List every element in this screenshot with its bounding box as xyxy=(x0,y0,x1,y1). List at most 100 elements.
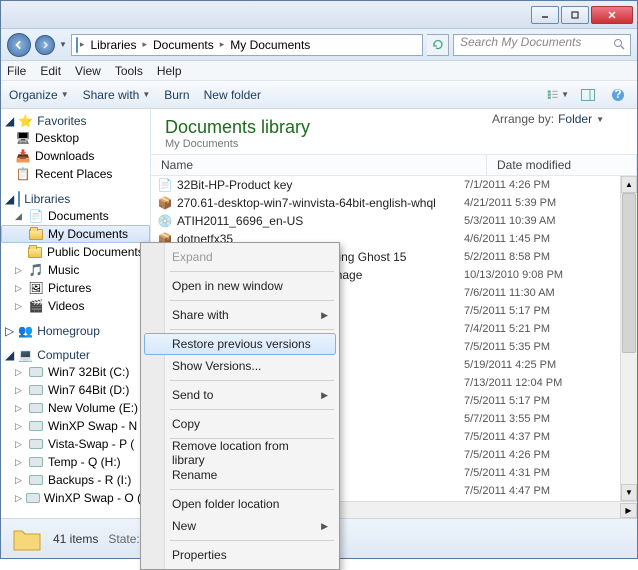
arrange-by[interactable]: Arrange by: Folder ▼ xyxy=(492,112,604,126)
tree-drive[interactable]: ▷Temp - Q (H:) xyxy=(1,453,150,471)
expand-icon: ▷ xyxy=(15,301,24,312)
column-name[interactable]: Name xyxy=(151,155,487,175)
breadcrumb-libraries[interactable]: Libraries xyxy=(86,38,140,52)
file-date: 7/1/2011 4:26 PM xyxy=(464,179,614,191)
file-row[interactable]: 📦270.61-desktop-win7-winvista-64bit-engl… xyxy=(151,194,620,212)
view-options-button[interactable]: ▼ xyxy=(547,86,569,104)
scroll-thumb[interactable] xyxy=(622,193,636,353)
library-icon xyxy=(76,38,78,52)
navigation-bar: ▼ ▸ Libraries ▸ Documents ▸ My Documents… xyxy=(1,29,637,61)
folder-icon xyxy=(28,226,44,242)
context-menu-item[interactable]: Send to▶ xyxy=(144,384,336,406)
context-menu-item[interactable]: Share with▶ xyxy=(144,304,336,326)
tree-computer[interactable]: ◢💻Computer xyxy=(1,347,150,363)
breadcrumb-mydocuments[interactable]: My Documents xyxy=(226,38,314,52)
file-date: 7/5/2011 4:37 PM xyxy=(464,431,614,443)
tree-music[interactable]: ▷🎵Music xyxy=(1,261,150,279)
scroll-right-icon[interactable]: ▶ xyxy=(620,503,637,518)
downloads-icon: 📥 xyxy=(15,148,31,164)
menu-edit[interactable]: Edit xyxy=(40,64,61,78)
menu-view[interactable]: View xyxy=(75,64,101,78)
tree-drive[interactable]: ▷Vista-Swap - P ( xyxy=(1,435,150,453)
menu-separator xyxy=(170,380,334,381)
submenu-arrow-icon: ▶ xyxy=(321,390,328,401)
expand-icon: ▷ xyxy=(15,421,24,432)
burn-button[interactable]: Burn xyxy=(164,88,189,102)
context-menu-item[interactable]: Rename xyxy=(144,464,336,486)
minimize-button[interactable] xyxy=(531,6,559,24)
menu-help[interactable]: Help xyxy=(157,64,182,78)
menu-separator xyxy=(170,489,334,490)
disk-icon xyxy=(28,364,44,380)
context-menu-item[interactable]: Open in new window xyxy=(144,275,336,297)
file-icon: 📄 xyxy=(157,177,173,193)
scroll-up-icon[interactable]: ▲ xyxy=(621,176,637,193)
view-list-icon xyxy=(547,88,559,102)
nav-history-dropdown[interactable]: ▼ xyxy=(59,40,67,49)
scroll-down-icon[interactable]: ▼ xyxy=(621,484,637,501)
file-date: 7/5/2011 5:35 PM xyxy=(464,341,614,353)
menu-separator xyxy=(170,540,334,541)
tree-drive[interactable]: ▷New Volume (E:) xyxy=(1,399,150,417)
disk-icon xyxy=(28,436,44,452)
file-row[interactable]: 💿ATIH2011_6696_en-US5/3/2011 10:39 AM xyxy=(151,212,620,230)
breadcrumb-documents[interactable]: Documents xyxy=(149,38,218,52)
forward-button[interactable] xyxy=(35,35,55,55)
tree-desktop[interactable]: 🖥Desktop xyxy=(1,129,150,147)
context-menu-item[interactable]: Properties xyxy=(144,544,336,566)
file-name: 270.61-desktop-win7-winvista-64bit-engli… xyxy=(177,196,464,210)
tree-homegroup[interactable]: ▷👥Homegroup xyxy=(1,323,150,339)
refresh-button[interactable] xyxy=(427,34,449,56)
close-button[interactable] xyxy=(591,6,633,24)
tree-documents[interactable]: ◢📄Documents xyxy=(1,207,150,225)
context-menu-item[interactable]: Show Versions... xyxy=(144,355,336,377)
share-with-button[interactable]: Share with ▼ xyxy=(83,88,151,102)
tree-videos[interactable]: ▷🎬Videos xyxy=(1,297,150,315)
tree-drive[interactable]: ▷Win7 64Bit (D:) xyxy=(1,381,150,399)
address-bar[interactable]: ▸ Libraries ▸ Documents ▸ My Documents xyxy=(71,34,423,56)
expand-icon: ▷ xyxy=(15,283,24,294)
submenu-arrow-icon: ▶ xyxy=(321,310,328,321)
tree-drive[interactable]: ▷WinXP Swap - O (J:) xyxy=(1,489,150,507)
tree-drive[interactable]: ▷WinXP Swap - N xyxy=(1,417,150,435)
context-menu-item[interactable]: Remove location from library xyxy=(144,442,336,464)
column-date[interactable]: Date modified xyxy=(487,155,637,175)
tree-libraries[interactable]: ◢Libraries xyxy=(1,191,150,207)
new-folder-button[interactable]: New folder xyxy=(204,88,261,102)
tree-downloads[interactable]: 📥Downloads xyxy=(1,147,150,165)
tree-public-documents[interactable]: Public Documents xyxy=(1,243,150,261)
column-headers: Name Date modified xyxy=(151,154,637,176)
back-button[interactable] xyxy=(7,33,31,57)
context-menu-item[interactable]: Restore previous versions xyxy=(144,333,336,355)
menu-file[interactable]: File xyxy=(7,64,26,78)
disk-icon xyxy=(28,418,44,434)
context-menu-item[interactable]: Open folder location xyxy=(144,493,336,515)
menu-tools[interactable]: Tools xyxy=(115,64,143,78)
tree-favorites[interactable]: ◢⭐Favorites xyxy=(1,113,150,129)
menu-bar: File Edit View Tools Help xyxy=(1,61,637,81)
organize-button[interactable]: Organize ▼ xyxy=(9,88,69,102)
tree-drive[interactable]: ▷Win7 32Bit (C:) xyxy=(1,363,150,381)
file-icon: 💿 xyxy=(157,213,173,229)
help-button[interactable]: ? xyxy=(607,86,629,104)
vertical-scrollbar[interactable]: ▲ ▼ xyxy=(620,176,637,501)
context-menu-item[interactable]: New▶ xyxy=(144,515,336,537)
tree-recent[interactable]: 📋Recent Places xyxy=(1,165,150,183)
submenu-arrow-icon: ▶ xyxy=(321,521,328,532)
tree-pictures[interactable]: ▷🖼Pictures xyxy=(1,279,150,297)
tree-my-documents[interactable]: My Documents xyxy=(1,225,150,243)
expand-icon: ▷ xyxy=(15,493,22,504)
command-bar: Organize ▼ Share with ▼ Burn New folder … xyxy=(1,81,637,109)
state-label: State: xyxy=(108,532,139,546)
maximize-button[interactable] xyxy=(561,6,589,24)
menu-separator xyxy=(170,409,334,410)
help-icon: ? xyxy=(611,88,625,102)
file-row[interactable]: 📄32Bit-HP-Product key7/1/2011 4:26 PM xyxy=(151,176,620,194)
search-input[interactable]: Search My Documents xyxy=(453,34,631,56)
tree-drive[interactable]: ▷Backups - R (I:) xyxy=(1,471,150,489)
context-menu-item[interactable]: Copy xyxy=(144,413,336,435)
expand-icon: ▷ xyxy=(15,457,24,468)
disk-icon xyxy=(26,490,40,506)
file-date: 5/2/2011 8:58 PM xyxy=(464,251,614,263)
preview-pane-button[interactable] xyxy=(577,86,599,104)
